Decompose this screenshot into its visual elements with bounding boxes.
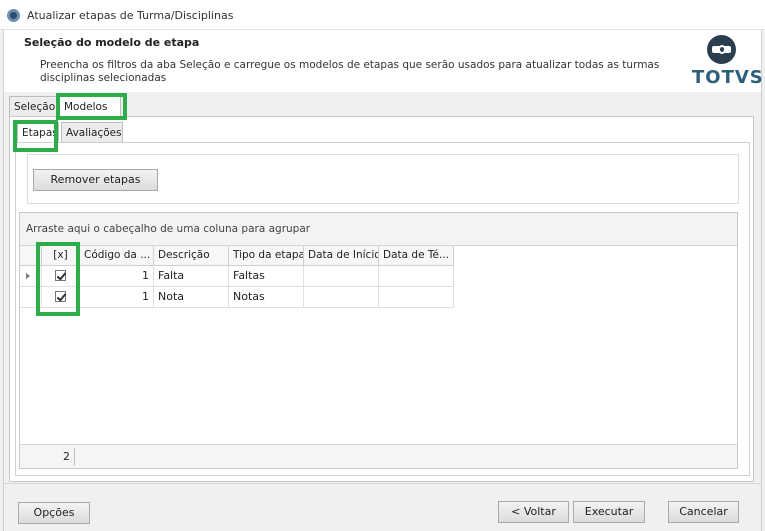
column-header-termino[interactable]: Data de Té... <box>379 246 454 266</box>
group-hint: Arraste aqui o cabeçalho de uma coluna p… <box>26 223 311 235</box>
wizard-window: Seleção do modelo de etapa Preencha os f… <box>3 30 764 531</box>
row-count: 2 <box>63 450 70 463</box>
page-description: Preencha os filtros da aba Seleção e car… <box>40 59 660 84</box>
tab-avaliacoes[interactable]: Avaliações <box>61 122 123 142</box>
app-icon <box>7 9 20 22</box>
column-header-tipo[interactable]: Tipo da etapa <box>229 246 304 266</box>
descricao-cell[interactable]: Nota <box>154 287 229 308</box>
footer-divider-line <box>4 483 761 484</box>
column-header-select[interactable]: [x] <box>42 246 80 266</box>
options-button[interactable]: Opções <box>18 502 90 524</box>
row-indicator-header <box>20 246 42 266</box>
tipo-cell[interactable]: Faltas <box>229 266 304 287</box>
footer-divider <box>74 448 75 465</box>
window-title: Atualizar etapas de Turma/Disciplinas <box>27 9 234 22</box>
inicio-cell[interactable] <box>304 266 379 287</box>
column-header-codigo[interactable]: Código da ... <box>80 246 154 266</box>
execute-button[interactable]: Executar <box>573 501 645 523</box>
select-cell <box>42 266 80 287</box>
tab-selecao[interactable]: Seleção <box>9 96 59 116</box>
etapas-grid: Arraste aqui o cabeçalho de uma coluna p… <box>19 212 738 469</box>
table-row[interactable] <box>20 287 42 308</box>
tab-etapas[interactable]: Etapas <box>17 122 59 144</box>
actions-box: Remover etapas <box>27 154 739 204</box>
totvs-logo-mark-icon <box>707 35 736 64</box>
column-header-inicio[interactable]: Data de Início <box>304 246 379 266</box>
row-checkbox[interactable] <box>55 270 66 281</box>
group-panel[interactable]: Arraste aqui o cabeçalho de uma coluna p… <box>20 213 737 246</box>
tab-modelos[interactable]: Modelos <box>59 96 121 118</box>
codigo-cell[interactable]: 1 <box>80 287 154 308</box>
table-row[interactable] <box>20 266 42 287</box>
tipo-cell[interactable]: Notas <box>229 287 304 308</box>
descricao-cell[interactable]: Falta <box>154 266 229 287</box>
termino-cell[interactable] <box>379 287 454 308</box>
row-indicator-icon <box>26 273 30 279</box>
back-button[interactable]: < Voltar <box>498 501 569 523</box>
logo-text: TOTVS <box>692 67 764 88</box>
cancel-button[interactable]: Cancelar <box>668 501 739 523</box>
grid-footer: 2 <box>20 444 737 468</box>
inicio-cell[interactable] <box>304 287 379 308</box>
select-cell <box>42 287 80 308</box>
column-header-descricao[interactable]: Descrição <box>154 246 229 266</box>
page-title: Seleção do modelo de etapa <box>24 36 200 49</box>
termino-cell[interactable] <box>379 266 454 287</box>
totvs-logo: TOTVS <box>692 35 764 91</box>
row-checkbox[interactable] <box>55 291 66 302</box>
title-bar: Atualizar etapas de Turma/Disciplinas <box>0 0 765 30</box>
codigo-cell[interactable]: 1 <box>80 266 154 287</box>
remove-etapas-button[interactable]: Remover etapas <box>33 169 158 191</box>
wizard-header: Seleção do modelo de etapa Preencha os f… <box>4 30 764 92</box>
